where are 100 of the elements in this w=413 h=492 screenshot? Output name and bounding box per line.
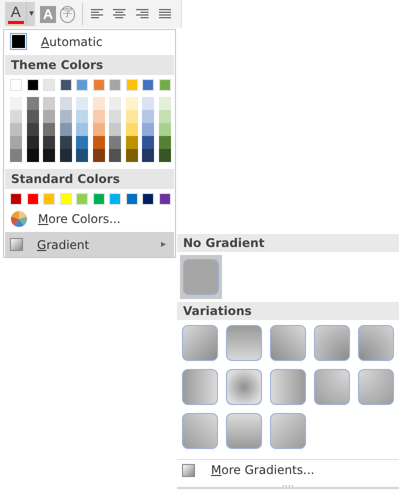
color-swatch[interactable] <box>60 148 72 162</box>
color-swatch[interactable] <box>142 78 154 91</box>
color-swatch[interactable] <box>43 192 55 205</box>
color-swatch[interactable] <box>92 136 104 149</box>
color-swatch[interactable] <box>10 122 22 136</box>
color-swatch[interactable] <box>126 136 138 149</box>
color-swatch[interactable] <box>158 136 170 149</box>
color-swatch[interactable] <box>60 122 72 136</box>
color-swatch[interactable] <box>26 136 38 149</box>
gradient-option[interactable] <box>357 368 394 405</box>
color-swatch[interactable] <box>92 122 104 136</box>
gradient-option[interactable] <box>225 368 262 405</box>
gradient-option[interactable] <box>225 324 262 361</box>
align-icon[interactable] <box>90 8 104 20</box>
more-gradients-item[interactable]: More Gradients... <box>177 462 399 479</box>
color-swatch[interactable] <box>26 148 38 162</box>
gradient-option[interactable] <box>225 412 262 449</box>
dropdown-caret[interactable]: ▾ <box>26 2 36 26</box>
color-swatch[interactable] <box>26 110 38 123</box>
color-swatch[interactable] <box>142 96 154 110</box>
gradient-icon <box>182 464 195 477</box>
color-swatch[interactable] <box>158 96 170 110</box>
color-swatch[interactable] <box>76 136 88 149</box>
color-swatch[interactable] <box>43 122 55 136</box>
align-icon[interactable] <box>158 8 172 20</box>
color-swatch[interactable] <box>142 148 154 162</box>
color-swatch[interactable] <box>26 78 38 91</box>
color-swatch[interactable] <box>158 122 170 136</box>
color-swatch[interactable] <box>10 192 22 205</box>
color-swatch[interactable] <box>142 110 154 123</box>
color-swatch[interactable] <box>126 148 138 162</box>
gradient-option[interactable] <box>181 324 218 361</box>
color-swatch[interactable] <box>142 192 154 205</box>
color-swatch[interactable] <box>158 148 170 162</box>
color-swatch[interactable] <box>109 122 121 136</box>
color-swatch[interactable] <box>26 122 38 136</box>
font-color-button[interactable]: A <box>5 2 26 26</box>
color-swatch[interactable] <box>109 136 121 149</box>
color-swatch[interactable] <box>92 148 104 162</box>
color-swatch[interactable] <box>109 110 121 123</box>
color-swatch[interactable] <box>43 148 55 162</box>
color-swatch[interactable] <box>60 78 72 91</box>
more-colors-item[interactable]: More Colors... <box>4 208 175 230</box>
section-header: Variations <box>177 302 399 320</box>
color-swatch[interactable] <box>43 110 55 123</box>
color-swatch[interactable] <box>76 192 88 205</box>
automatic-item[interactable]: Automatic <box>4 30 175 54</box>
color-swatch[interactable] <box>10 148 22 162</box>
resize-grip-icon[interactable] <box>280 484 296 487</box>
gradient-option[interactable] <box>269 368 306 405</box>
color-swatch[interactable] <box>109 78 121 91</box>
gradient-option[interactable] <box>180 255 222 299</box>
color-swatch[interactable] <box>126 78 138 91</box>
color-swatch[interactable] <box>76 96 88 110</box>
color-swatch[interactable] <box>126 192 138 205</box>
color-swatch <box>10 33 27 50</box>
color-swatch[interactable] <box>92 78 104 91</box>
color-swatch[interactable] <box>109 96 121 110</box>
color-swatch[interactable] <box>142 122 154 136</box>
gradient-icon <box>10 238 23 252</box>
align-icon[interactable] <box>113 8 126 20</box>
color-swatch[interactable] <box>60 192 72 205</box>
color-swatch[interactable] <box>43 78 55 91</box>
gradient-option[interactable] <box>357 324 394 361</box>
align-icon[interactable] <box>136 8 149 20</box>
color-swatch[interactable] <box>26 96 38 110</box>
color-swatch[interactable] <box>60 110 72 123</box>
color-swatch[interactable] <box>43 136 55 149</box>
color-swatch[interactable] <box>76 148 88 162</box>
color-swatch[interactable] <box>92 96 104 110</box>
gradient-option[interactable] <box>313 324 350 361</box>
color-swatch[interactable] <box>60 96 72 110</box>
color-swatch[interactable] <box>76 78 88 91</box>
color-swatch[interactable] <box>92 110 104 123</box>
color-swatch[interactable] <box>158 192 170 205</box>
color-swatch[interactable] <box>76 122 88 136</box>
gradient-option[interactable] <box>181 412 218 449</box>
gradient-option[interactable] <box>181 368 218 405</box>
gradient-option[interactable] <box>269 412 306 449</box>
color-swatch[interactable] <box>10 136 22 149</box>
color-wheel-icon <box>10 210 28 228</box>
color-swatch[interactable] <box>109 192 121 205</box>
color-swatch[interactable] <box>76 110 88 123</box>
color-swatch[interactable] <box>126 96 138 110</box>
gradient-option[interactable] <box>269 324 306 361</box>
color-swatch[interactable] <box>60 136 72 149</box>
color-swatch[interactable] <box>158 110 170 123</box>
gradient-option[interactable] <box>313 368 350 405</box>
gradient-item[interactable]: Gradient ▸ <box>5 232 174 258</box>
color-swatch[interactable] <box>109 148 121 162</box>
color-swatch[interactable] <box>92 192 104 205</box>
color-swatch[interactable] <box>126 110 138 123</box>
color-swatch[interactable] <box>142 136 154 149</box>
color-swatch[interactable] <box>10 110 22 123</box>
color-swatch[interactable] <box>126 122 138 136</box>
color-swatch[interactable] <box>43 96 55 110</box>
color-swatch[interactable] <box>158 78 170 91</box>
color-swatch[interactable] <box>10 78 22 91</box>
color-swatch[interactable] <box>26 192 38 205</box>
color-swatch[interactable] <box>10 96 22 110</box>
